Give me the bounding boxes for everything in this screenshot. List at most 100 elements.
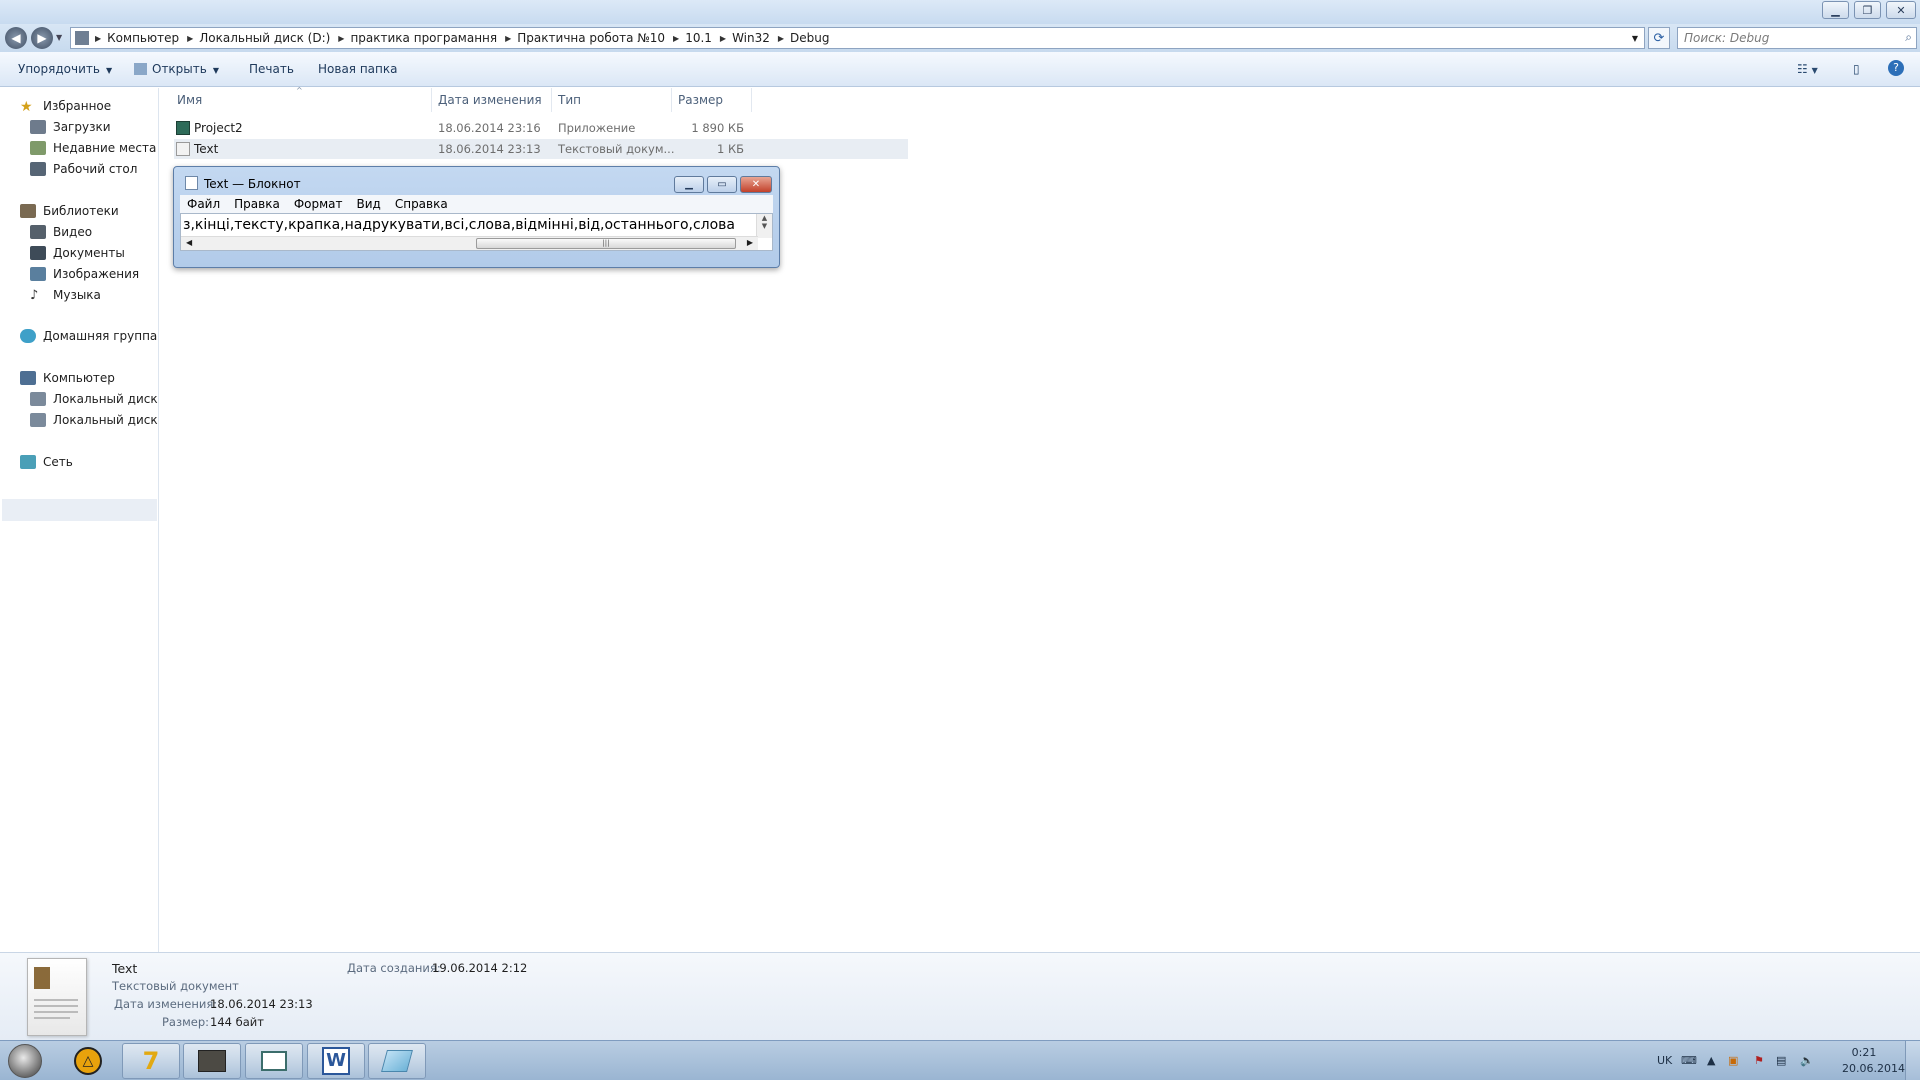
nav-images[interactable]: Изображения [30,264,139,284]
show-hidden-icons-icon[interactable]: ▲ [1707,1054,1715,1067]
breadcrumb-item[interactable]: 10.1 [681,31,718,45]
open-button[interactable]: Открыть ▼ [134,62,219,76]
breadcrumb-item[interactable]: Debug [786,31,835,45]
warning-app-icon[interactable]: △ [74,1047,102,1075]
music-icon: ♪ [30,288,39,303]
menu-file[interactable]: Файл [180,197,227,211]
nav-libraries[interactable]: Библиотеки [20,201,119,221]
search-input[interactable]: Поиск: Debug ⌕ [1677,27,1917,49]
nav-favorites[interactable]: ★ Избранное [20,96,111,116]
recent-pages-chevron-icon[interactable]: ▼ [56,33,62,42]
nav-recent[interactable]: Недавние места [30,138,156,158]
keyboard-icon[interactable]: ⌨ [1681,1054,1697,1067]
details-file-name: Text [112,961,138,976]
folder-location-icon [75,31,89,45]
address-dropdown-icon[interactable]: ▼ [1632,34,1638,43]
nav-disk-c[interactable]: Локальный диск (C [30,389,174,409]
notepad-window[interactable]: Text — Блокнот ▁ ▭ ✕ Файл Правка Формат … [173,166,780,268]
nav-homegroup[interactable]: Домашняя группа [20,326,157,346]
action-center-icon[interactable]: ⚑ [1754,1054,1764,1067]
language-indicator[interactable]: UK [1657,1054,1672,1067]
notepad-close-button[interactable]: ✕ [740,176,772,193]
details-size-value: 144 байт [210,1015,264,1029]
notepad-text-area[interactable]: з,кінці,тексту,крапка,надрукувати,всі,сл… [180,213,773,251]
menu-format[interactable]: Формат [287,197,350,211]
notepad-taskbar-icon [381,1050,413,1072]
nav-video[interactable]: Видео [30,222,92,242]
column-header-date[interactable]: Дата изменения [432,88,552,112]
column-header-type[interactable]: Тип [552,88,672,112]
column-header-name[interactable]: Имя ^ [160,86,432,112]
breadcrumb-item[interactable]: Компьютер [103,31,185,45]
breadcrumb-item[interactable]: Практична робота №10 [513,31,671,45]
chevron-down-icon: ▼ [212,66,219,75]
breadcrumb-separator-icon: ▶ [505,33,512,43]
nav-disk-d[interactable]: Локальный диск (D [30,410,175,430]
arrow-left-icon: ◀ [11,31,21,45]
breadcrumb-item[interactable]: Локальный диск (D:) [195,31,336,45]
file-thumbnail [27,958,87,1036]
tray-app-icon[interactable]: ▣ [1728,1054,1738,1067]
breadcrumb-separator-icon: ▶ [777,33,785,43]
clock-time: 0:21 [1851,1046,1877,1059]
volume-icon[interactable]: 🔈 [1800,1054,1814,1067]
breadcrumb-separator-icon: ▶ [338,33,345,43]
arrow-right-icon: ▶ [37,31,47,45]
back-button[interactable]: ◀ [5,27,27,49]
notepad-maximize-button[interactable]: ▭ [707,176,737,193]
nav-network[interactable]: Сеть [20,452,73,472]
explorer-titlebar: ▁ ❐ ✕ [0,0,1920,24]
nav-downloads[interactable]: Загрузки [30,117,111,137]
images-icon [30,267,46,281]
menu-help[interactable]: Справка [388,197,455,211]
taskbar-word[interactable]: W [307,1043,365,1079]
taskbar-notepad[interactable] [368,1043,426,1079]
network-tray-icon[interactable]: ▤ [1776,1054,1786,1067]
nav-documents[interactable]: Документы [30,243,125,263]
details-created-label: Дата создания: [347,961,441,975]
search-icon[interactable]: ⌕ [1905,30,1912,45]
horizontal-scrollbar[interactable]: ◀ ||| ▶ [181,236,758,250]
minimize-button[interactable]: ▁ [1822,1,1849,19]
forward-button[interactable]: ▶ [31,27,53,49]
details-created-value: 19.06.2014 2:12 [432,961,528,975]
notepad-minimize-button[interactable]: ▁ [674,176,704,193]
drive-icon [30,413,46,427]
address-bar[interactable]: ▶ Компьютер ▶ Локальный диск (D:) ▶ прак… [70,27,1645,49]
organize-button[interactable]: Упорядочить ▼ [18,62,112,76]
breadcrumb-item[interactable]: практика програмання [346,31,503,45]
scrollbar-thumb[interactable]: ||| [476,238,736,249]
nav-music[interactable]: ♪ Музыка [30,285,101,305]
vertical-scrollbar[interactable]: ▲ ▼ [756,214,772,238]
nav-desktop[interactable]: Рабочий стол [30,159,137,179]
breadcrumb-item[interactable]: Win32 [728,31,776,45]
restore-button[interactable]: ❐ [1854,1,1881,19]
details-size-label: Размер: [162,1015,210,1029]
start-button[interactable] [8,1044,42,1078]
explorer-window-icon [261,1051,287,1071]
refresh-button[interactable]: ⟳ [1648,27,1670,49]
print-button[interactable]: Печать [249,62,294,76]
scroll-left-icon[interactable]: ◀ [186,238,192,247]
word-icon: W [322,1047,350,1075]
show-desktop-button[interactable] [1905,1041,1920,1080]
details-file-kind: Текстовый документ [112,979,239,993]
preview-pane-icon[interactable]: ▯ [1853,62,1860,76]
close-button[interactable]: ✕ [1886,1,1916,19]
help-icon[interactable]: ? [1888,60,1904,76]
taskbar-app-3[interactable] [245,1043,303,1079]
new-folder-button[interactable]: Новая папка [318,62,397,76]
taskbar-app-1[interactable]: 7 [122,1043,180,1079]
menu-view[interactable]: Вид [350,197,388,211]
menu-edit[interactable]: Правка [227,197,287,211]
video-icon [30,225,46,239]
nav-computer[interactable]: Компьютер [20,368,115,388]
scroll-right-icon[interactable]: ▶ [747,238,753,247]
clock[interactable]: 0:21 20.06.2014 [1842,1046,1905,1075]
chevron-down-icon: ▼ [105,66,113,75]
taskbar-app-2[interactable] [183,1043,241,1079]
column-header-size[interactable]: Размер [672,88,752,112]
file-row[interactable]: Text 18.06.2014 23:13 Текстовый докум...… [174,139,908,159]
view-options-icon[interactable]: ☷ ▼ [1797,62,1818,76]
file-row[interactable]: Project2 18.06.2014 23:16 Приложение 1 8… [174,118,908,138]
